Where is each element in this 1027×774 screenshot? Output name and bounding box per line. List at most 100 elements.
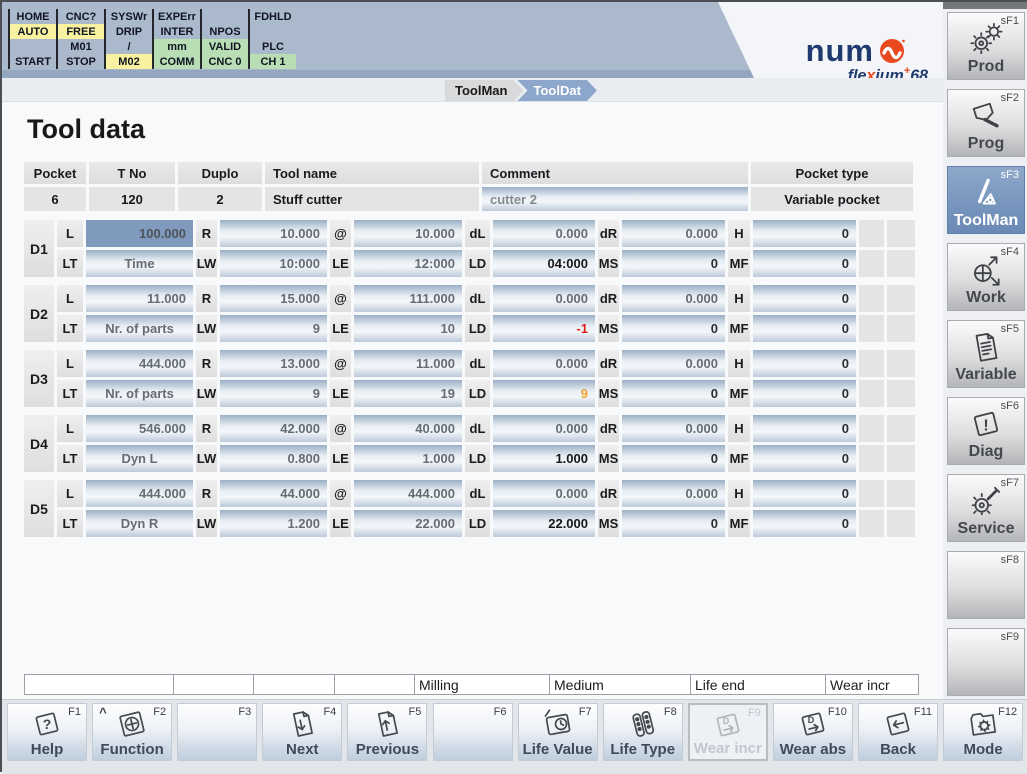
fkey-f2-function[interactable]: F2^Function — [92, 703, 172, 761]
value-D5-LW[interactable]: 1.200 — [220, 510, 327, 537]
sidebar-label: Prod — [948, 58, 1024, 76]
value-D2-LE[interactable]: 10 — [354, 315, 462, 342]
value-D3-LW[interactable]: 9 — [220, 380, 327, 407]
value-D5-LD[interactable]: 22.000 — [493, 510, 595, 537]
fkey-f10-wear-abs[interactable]: F10DWear abs — [773, 703, 853, 761]
value-D2-R[interactable]: 15.000 — [220, 285, 327, 312]
value-D3-dR[interactable]: 0.000 — [622, 350, 725, 377]
value-D3-R[interactable]: 13.000 — [220, 350, 327, 377]
status-cell-mm: mm — [152, 39, 200, 54]
value-D1-LW[interactable]: 10:000 — [220, 250, 327, 277]
value-D3-H[interactable]: 0 — [753, 350, 856, 377]
value-D3-MS[interactable]: 0 — [622, 380, 725, 407]
value-D3-dL[interactable]: 0.000 — [493, 350, 595, 377]
value-D2-LT[interactable]: Nr. of parts — [86, 315, 193, 342]
value-D4-at[interactable]: 40.000 — [354, 415, 462, 442]
value-D3-L[interactable]: 444.000 — [86, 350, 193, 377]
value-D5-R[interactable]: 44.000 — [220, 480, 327, 507]
sidebar-label: Work — [948, 289, 1024, 307]
flag-cell-D5-life-0 — [859, 510, 884, 537]
value-D4-LT[interactable]: Dyn L — [86, 445, 193, 472]
fkey-number: F1 — [68, 706, 81, 718]
sidebar-item-work[interactable]: sF4Work — [947, 243, 1025, 311]
comment-field[interactable]: cutter 2 — [482, 187, 748, 211]
value-D4-dL[interactable]: 0.000 — [493, 415, 595, 442]
fkey-number: F5 — [409, 706, 422, 718]
sidebar-label: Service — [948, 520, 1024, 538]
value-D2-L[interactable]: 11.000 — [86, 285, 193, 312]
value-D4-dR[interactable]: 0.000 — [622, 415, 725, 442]
sidebar-item-diag[interactable]: sF6!Diag — [947, 397, 1025, 465]
value-D1-H[interactable]: 0 — [753, 220, 856, 247]
sidebar-item-variable[interactable]: sF5Variable — [947, 320, 1025, 388]
value-D1-LT[interactable]: Time — [86, 250, 193, 277]
fkey-f3[interactable]: F3 — [177, 703, 257, 761]
value-D4-LE[interactable]: 1.000 — [354, 445, 462, 472]
value-D2-LW[interactable]: 9 — [220, 315, 327, 342]
value-D1-dR[interactable]: 0.000 — [622, 220, 725, 247]
value-D4-H[interactable]: 0 — [753, 415, 856, 442]
value-D3-LT[interactable]: Nr. of parts — [86, 380, 193, 407]
value-D2-MF[interactable]: 0 — [753, 315, 856, 342]
value-D5-LT[interactable]: Dyn R — [86, 510, 193, 537]
value-D5-dL[interactable]: 0.000 — [493, 480, 595, 507]
value-D4-R[interactable]: 42.000 — [220, 415, 327, 442]
fkey-f5-previous[interactable]: F5Previous — [347, 703, 427, 761]
value-D3-LE[interactable]: 19 — [354, 380, 462, 407]
value-D1-at[interactable]: 10.000 — [354, 220, 462, 247]
fkey-f7-life-value[interactable]: F7Life Value — [518, 703, 598, 761]
value-D5-L[interactable]: 444.000 — [86, 480, 193, 507]
value-D4-LW[interactable]: 0.800 — [220, 445, 327, 472]
sidebar-item-sf9[interactable]: sF9 — [947, 628, 1025, 696]
svg-text:?: ? — [43, 716, 52, 732]
field-label-D5-LE: LE — [330, 510, 351, 537]
sidebar-item-prog[interactable]: sF2Prog — [947, 89, 1025, 157]
value-D2-MS[interactable]: 0 — [622, 315, 725, 342]
value-D4-LD[interactable]: 1.000 — [493, 445, 595, 472]
hammer-icon — [967, 97, 1005, 135]
fkey-f4-next[interactable]: F4Next — [262, 703, 342, 761]
value-D5-MS[interactable]: 0 — [622, 510, 725, 537]
value-D5-dR[interactable]: 0.000 — [622, 480, 725, 507]
value-D1-dL[interactable]: 0.000 — [493, 220, 595, 247]
value-D2-LD[interactable]: -1 — [493, 315, 595, 342]
value-D1-LE[interactable]: 12:000 — [354, 250, 462, 277]
value-D4-L[interactable]: 546.000 — [86, 415, 193, 442]
fkey-number: F7 — [579, 706, 592, 718]
fkey-f6[interactable]: F6 — [433, 703, 513, 761]
sidebar-item-prod[interactable]: sF1Prod — [947, 12, 1025, 80]
value-D3-at[interactable]: 11.000 — [354, 350, 462, 377]
value-D2-at[interactable]: 111.000 — [354, 285, 462, 312]
value-D3-LD[interactable]: 9 — [493, 380, 595, 407]
value-D1-LD[interactable]: 04:000 — [493, 250, 595, 277]
fkey-label: Help — [8, 741, 86, 758]
value-D1-R[interactable]: 10.000 — [220, 220, 327, 247]
value-D1-MS[interactable]: 0 — [622, 250, 725, 277]
flag-cell-D3-geo-1 — [887, 350, 915, 377]
fkey-f12-mode[interactable]: F12Mode — [943, 703, 1023, 761]
value-D2-dR[interactable]: 0.000 — [622, 285, 725, 312]
value-D1-L-selected[interactable]: 100.000 — [86, 220, 193, 247]
value-D4-MS[interactable]: 0 — [622, 445, 725, 472]
breadcrumb-tooldat[interactable]: ToolDat — [517, 80, 596, 101]
fkey-f8-life-type[interactable]: F8Life Type — [603, 703, 683, 761]
diag-icon: ! — [967, 405, 1005, 443]
value-D5-MF[interactable]: 0 — [753, 510, 856, 537]
value-D5-H[interactable]: 0 — [753, 480, 856, 507]
value-D2-H[interactable]: 0 — [753, 285, 856, 312]
sidebar-item-service[interactable]: sF7Service — [947, 474, 1025, 542]
value-D5-LE[interactable]: 22.000 — [354, 510, 462, 537]
value-D2-dL[interactable]: 0.000 — [493, 285, 595, 312]
svg-text:!: ! — [983, 417, 988, 434]
fkey-f1-help[interactable]: F1? Help — [7, 703, 87, 761]
value-D1-MF[interactable]: 0 — [753, 250, 856, 277]
sidebar-item-toolman[interactable]: sF3ToolMan — [947, 166, 1025, 234]
value-D3-MF[interactable]: 0 — [753, 380, 856, 407]
field-label-D1-LE: LE — [330, 250, 351, 277]
breadcrumb-toolman[interactable]: ToolMan — [445, 80, 523, 101]
fkey-f11-back[interactable]: F11Back — [858, 703, 938, 761]
value-D5-at[interactable]: 444.000 — [354, 480, 462, 507]
value-D4-MF[interactable]: 0 — [753, 445, 856, 472]
sidebar-item-sf8[interactable]: sF8 — [947, 551, 1025, 619]
field-label-D1-L: L — [57, 220, 83, 247]
